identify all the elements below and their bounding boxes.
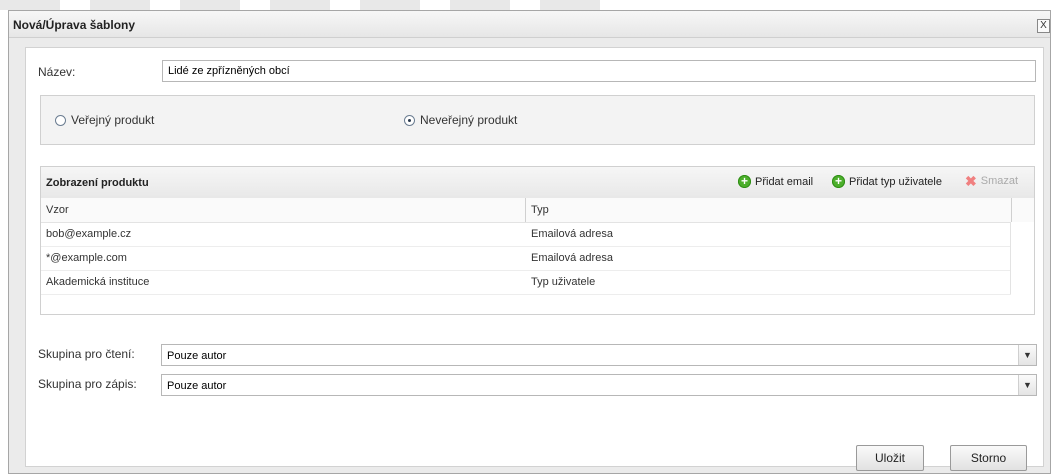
save-button[interactable]: Uložit <box>856 445 924 471</box>
grid-column-header: Vzor Typ <box>41 198 1034 223</box>
grid-title: Zobrazení produktu <box>46 177 149 189</box>
radio-private-label: Neveřejný produkt <box>420 113 518 127</box>
column-header-pattern[interactable]: Vzor <box>46 204 69 216</box>
plus-circle-icon: + <box>832 175 845 188</box>
grid-header: Zobrazení produktu + Přidat email + Přid… <box>41 167 1034 199</box>
add-user-type-button[interactable]: + Přidat typ uživatele <box>832 175 942 188</box>
product-display-grid: Zobrazení produktu + Přidat email + Přid… <box>40 166 1035 315</box>
dialog-body: Název: Veřejný produkt Neveřejný produkt… <box>25 47 1044 471</box>
chevron-down-icon[interactable]: ▼ <box>1018 345 1036 365</box>
dialog-titlebar: Nová/Úprava šablony X <box>9 11 1050 38</box>
plus-circle-icon: + <box>738 175 751 188</box>
background-page-strip <box>0 0 1051 10</box>
cell-pattern: bob@example.cz <box>46 228 132 240</box>
write-group-label: Skupina pro zápis: <box>38 377 137 391</box>
close-icon[interactable]: X <box>1037 19 1050 33</box>
template-dialog: Nová/Úprava šablony X Název: Veřejný pro… <box>8 10 1051 474</box>
radio-public-product[interactable]: Veřejný produkt <box>55 113 154 127</box>
read-group-select[interactable]: Pouze autor ▼ <box>161 344 1037 366</box>
x-icon: ✖ <box>965 173 977 189</box>
visibility-radio-group: Veřejný produkt Neveřejný produkt <box>40 95 1035 145</box>
cell-type: Typ uživatele <box>531 276 596 288</box>
radio-private-product[interactable]: Neveřejný produkt <box>404 113 517 127</box>
add-email-label: Přidat email <box>755 175 814 188</box>
dialog-title: Nová/Úprava šablony <box>13 18 136 32</box>
table-row[interactable]: bob@example.cz Emailová adresa <box>41 222 1011 247</box>
grid-scrollbar-area[interactable] <box>1010 222 1034 294</box>
cell-pattern: Akademická instituce <box>46 276 150 288</box>
chevron-down-icon[interactable]: ▼ <box>1018 375 1036 395</box>
name-label: Název: <box>38 65 76 79</box>
delete-label: Smazat <box>980 175 1019 187</box>
column-divider <box>1011 198 1012 222</box>
add-user-type-label: Přidat typ uživatele <box>849 175 942 188</box>
name-input[interactable] <box>162 60 1036 82</box>
table-row[interactable]: Akademická instituce Typ uživatele <box>41 270 1011 295</box>
write-group-select[interactable]: Pouze autor ▼ <box>161 374 1037 396</box>
read-group-label: Skupina pro čtení: <box>38 347 135 361</box>
radio-circle-icon <box>55 114 66 126</box>
cell-type: Emailová adresa <box>531 228 613 240</box>
read-group-value: Pouze autor <box>167 350 227 362</box>
column-divider <box>525 198 526 222</box>
write-group-value: Pouze autor <box>167 380 227 392</box>
cell-type: Emailová adresa <box>531 252 613 264</box>
add-email-button[interactable]: + Přidat email <box>738 175 813 188</box>
cell-pattern: *@example.com <box>46 252 127 264</box>
cancel-button[interactable]: Storno <box>950 445 1027 471</box>
column-header-type[interactable]: Typ <box>531 204 549 216</box>
radio-public-label: Veřejný produkt <box>71 113 155 127</box>
table-row[interactable]: *@example.com Emailová adresa <box>41 246 1011 271</box>
delete-button[interactable]: ✖ Smazat <box>965 173 1019 189</box>
radio-selected-icon <box>404 114 415 126</box>
